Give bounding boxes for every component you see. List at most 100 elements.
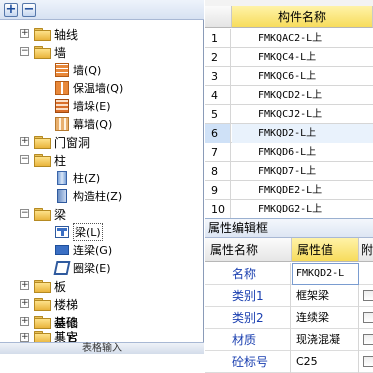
remove-icon[interactable]: −: [22, 3, 36, 17]
tree-item-column[interactable]: − 柱: [20, 151, 66, 169]
tree-item-beam-l[interactable]: 梁(L): [55, 223, 103, 241]
tree-item-insulation-wall[interactable]: 保温墙(Q): [55, 79, 123, 97]
folder-open-icon: [34, 46, 51, 59]
row-number: 10: [205, 200, 231, 218]
row-number: 9: [205, 181, 231, 200]
tree-item-foundation[interactable]: + 基础: [20, 313, 78, 331]
property-row[interactable]: 砼标号 C25: [205, 351, 373, 373]
property-extra-header[interactable]: 附加: [359, 238, 373, 262]
property-name: 类别1: [205, 285, 291, 307]
tree-item-label: 圈梁(E): [73, 262, 111, 275]
component-name-cell[interactable]: FMKQCD2-L上: [232, 86, 373, 105]
tree-item-ring-beam[interactable]: 圈梁(E): [53, 259, 111, 277]
table-row[interactable]: 3 FMKQC6-L上: [205, 67, 373, 86]
tree-item-link-beam[interactable]: 连梁(G): [55, 241, 112, 259]
component-name-cell[interactable]: FMKQC6-L上: [232, 67, 373, 86]
table-row[interactable]: 6 FMKQD2-L上: [205, 124, 373, 143]
attach-checkbox[interactable]: [363, 334, 373, 345]
curtain-wall-icon: [55, 117, 69, 131]
table-row[interactable]: 2 FMKQC4-L上: [205, 48, 373, 67]
component-name-cell[interactable]: FMKQDG2-L上: [232, 200, 373, 218]
tree-item-wall[interactable]: − 墙: [20, 43, 66, 61]
add-icon[interactable]: +: [4, 3, 18, 17]
table-row[interactable]: 7 FMKQD6-L上: [205, 143, 373, 162]
property-value[interactable]: FMKQD2-L: [292, 263, 359, 285]
row-number-header: [205, 6, 232, 28]
row-number: 1: [205, 29, 231, 48]
tree-item-beam[interactable]: − 梁: [20, 205, 66, 223]
tree-item-label: 构造柱(Z): [73, 190, 123, 203]
table-row[interactable]: 8 FMKQD7-L上: [205, 162, 373, 181]
component-name-cell[interactable]: FMKQD2-L上: [232, 124, 373, 143]
tree-item-slab[interactable]: + 板: [20, 277, 66, 295]
property-name: 砼标号: [205, 351, 291, 373]
property-value[interactable]: C25: [292, 351, 359, 373]
expand-icon[interactable]: +: [20, 299, 29, 308]
property-name-header[interactable]: 属性名称: [205, 238, 292, 262]
collapse-icon[interactable]: −: [20, 155, 29, 164]
tree-item-wall-pier[interactable]: 墙垛(E): [55, 97, 111, 115]
folder-open-icon: [34, 154, 51, 167]
tree-item-label: 楼梯: [54, 297, 79, 312]
column-icon: [57, 171, 67, 185]
property-row[interactable]: 名称 FMKQD2-L: [205, 263, 373, 285]
property-name: 名称: [205, 263, 291, 285]
attach-checkbox[interactable]: [363, 312, 373, 323]
property-row[interactable]: 材质 现浇混凝: [205, 329, 373, 351]
expand-icon[interactable]: +: [20, 137, 29, 146]
component-name-cell[interactable]: FMKQD6-L上: [232, 143, 373, 162]
wall-icon: [55, 63, 69, 77]
tree-item-curtain-wall[interactable]: 幕墙(Q): [55, 115, 112, 133]
tree-item-other[interactable]: 其它: [20, 331, 78, 342]
attach-checkbox[interactable]: [363, 356, 373, 367]
table-input-tab[interactable]: 表格输入: [0, 342, 204, 354]
expand-icon[interactable]: +: [20, 281, 29, 290]
tree-item-axis[interactable]: + 轴线: [20, 25, 78, 43]
collapse-icon[interactable]: −: [20, 209, 29, 218]
component-name-header[interactable]: 构件名称: [232, 6, 373, 28]
construction-column-icon: [57, 189, 67, 203]
tree-item-label: 轴线: [54, 27, 79, 42]
tree-item-door-window[interactable]: + 门窗洞: [20, 133, 90, 151]
table-row[interactable]: 5 FMKQCJ2-L上: [205, 105, 373, 124]
folder-icon: [34, 298, 51, 311]
row-number: 8: [205, 162, 231, 181]
table-row[interactable]: 9 FMKQDE2-L上: [205, 181, 373, 200]
expand-icon[interactable]: +: [20, 29, 29, 38]
tree-item-label: 柱(Z): [73, 172, 101, 185]
component-name-cell[interactable]: FMKQDE2-L上: [232, 181, 373, 200]
component-name-cell[interactable]: FMKQCJ2-L上: [232, 105, 373, 124]
component-name-cell[interactable]: FMKQD7-L上: [232, 162, 373, 181]
table-row[interactable]: 10 FMKQDG2-L上: [205, 200, 373, 218]
property-value-header[interactable]: 属性值: [292, 238, 359, 262]
component-name-cell[interactable]: FMKQC4-L上: [232, 48, 373, 67]
property-row[interactable]: 类别1 框架梁: [205, 285, 373, 307]
tree-item-label: 梁: [54, 207, 67, 222]
tree-item-construction-column[interactable]: 构造柱(Z): [55, 187, 122, 205]
row-number: 2: [205, 48, 231, 67]
row-number: 7: [205, 143, 231, 162]
attach-checkbox[interactable]: [363, 290, 373, 301]
folder-icon: [34, 28, 51, 41]
component-name-cell[interactable]: FMKQAC2-L上: [232, 29, 373, 48]
table-row[interactable]: 1 FMKQAC2-L上: [205, 29, 373, 48]
property-name: 材质: [205, 329, 291, 351]
table-row[interactable]: 4 FMKQCD2-L上: [205, 86, 373, 105]
property-value[interactable]: 现浇混凝: [292, 329, 359, 351]
link-beam-icon: [55, 245, 69, 255]
insulation-wall-icon: [55, 81, 69, 95]
component-list-table: 构件名称 1 FMKQAC2-L上 2 FMKQC4-L上 3 FMKQC6-L上 4 FMK…: [205, 0, 373, 218]
tree-item-wall-q[interactable]: 墙(Q): [55, 61, 101, 79]
property-row[interactable]: 类别2 连续梁: [205, 307, 373, 329]
collapse-icon[interactable]: −: [20, 47, 29, 56]
component-tree-panel: + − + 轴线 − 墙 墙(Q) 保温墙(Q) 墙垛(E) 幕墙(Q) + 门…: [0, 0, 204, 354]
tree-item-label: 保温墙(Q): [73, 82, 124, 95]
tree-item-column-z[interactable]: 柱(Z): [55, 169, 100, 187]
property-value[interactable]: 框架梁: [292, 285, 359, 307]
expand-icon[interactable]: +: [20, 317, 29, 326]
row-number: 5: [205, 105, 231, 124]
tree-item-stairs[interactable]: + 楼梯: [20, 295, 78, 313]
folder-open-icon: [34, 208, 51, 221]
property-value[interactable]: 连续梁: [292, 307, 359, 329]
tree-item-label: 连梁(G): [73, 244, 113, 257]
